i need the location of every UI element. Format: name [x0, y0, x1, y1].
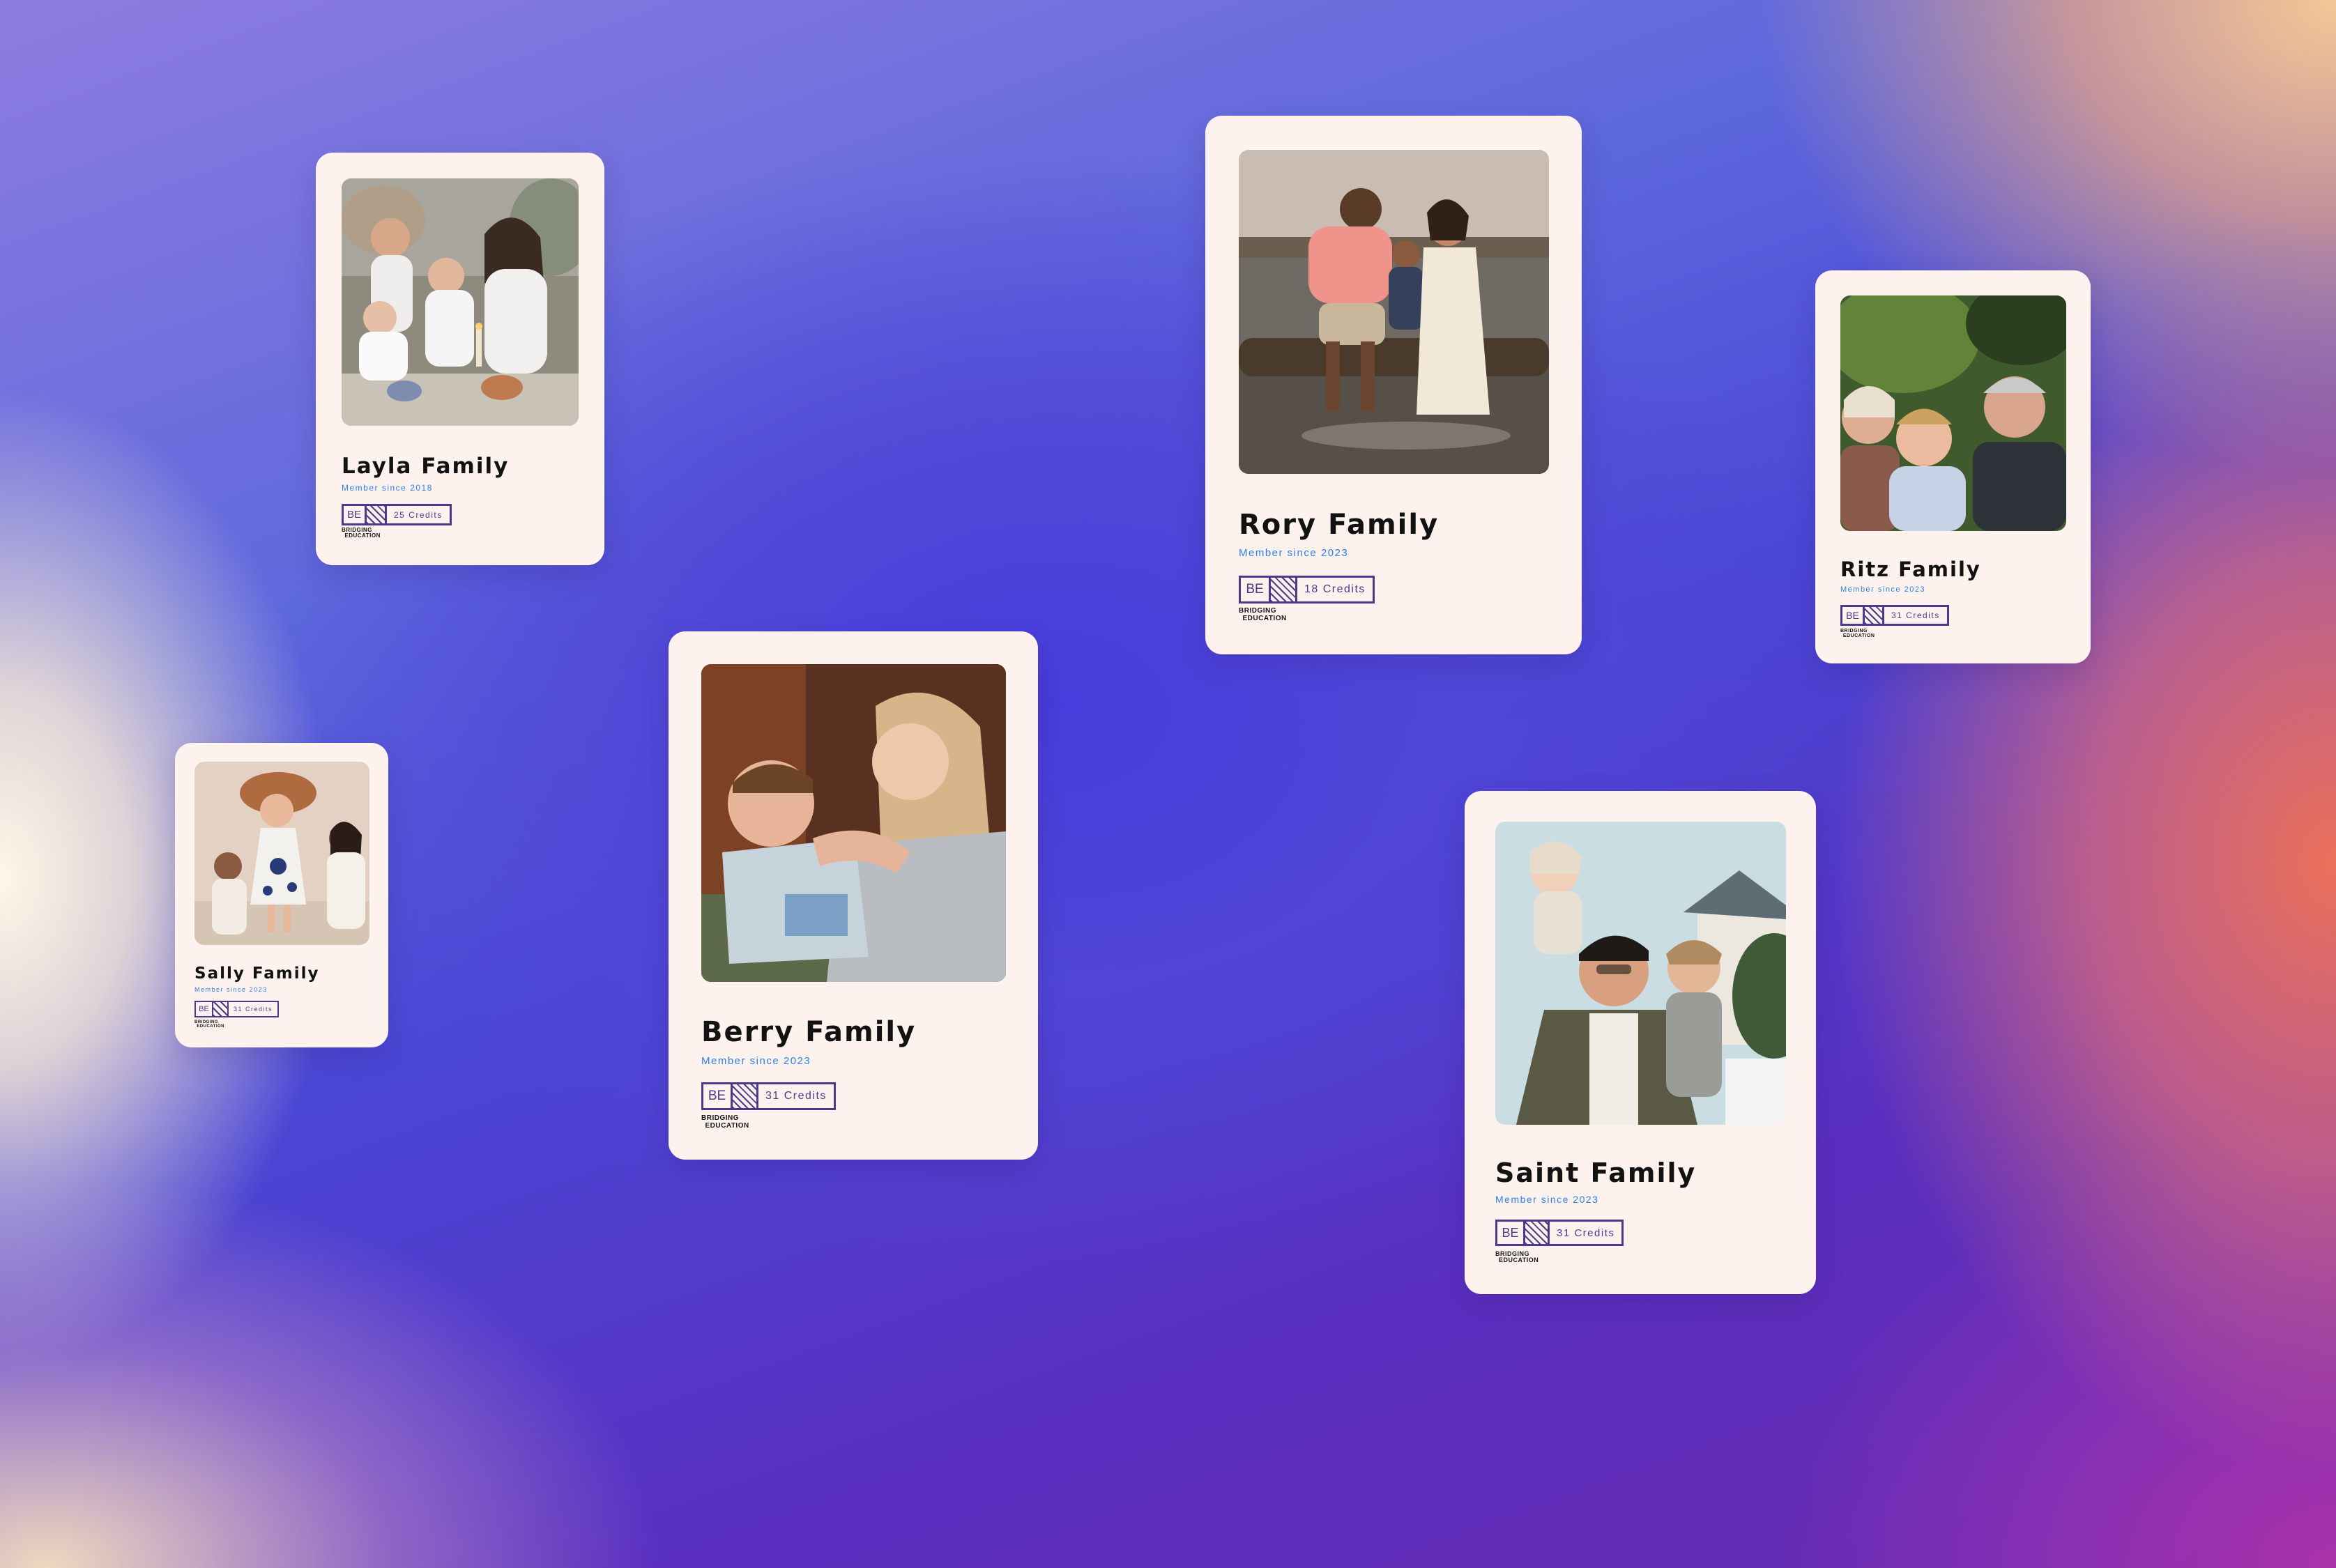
member-since: Member since 2023 — [1239, 547, 1349, 559]
be-mark: BE — [1497, 1222, 1525, 1244]
hatch-pattern-icon — [733, 1084, 758, 1108]
credits-badge: BE 25 Credits — [342, 504, 452, 525]
family-name: Sally Family — [194, 964, 320, 983]
brand-logo: BRIDGING EDUCATION — [194, 1020, 225, 1029]
brand-logo: BRIDGING EDUCATION — [1239, 607, 1287, 622]
credits-badge: BE 18 Credits — [1239, 576, 1375, 604]
family-card-berry[interactable]: Berry Family Member since 2023 BE 31 Cre… — [669, 631, 1038, 1160]
credits-count: 31 Credits — [1891, 610, 1940, 620]
credits-badge: BE 31 Credits — [1840, 605, 1949, 626]
member-since: Member since 2023 — [1495, 1194, 1599, 1205]
credits-count: 31 Credits — [234, 1006, 273, 1013]
credits-count: 31 Credits — [1557, 1227, 1615, 1239]
family-name: Ritz Family — [1840, 558, 1981, 581]
family-name: Layla Family — [342, 454, 510, 479]
family-card-layla[interactable]: Layla Family Member since 2018 BE 25 Cre… — [316, 153, 604, 565]
family-lake-photo — [1239, 150, 1549, 474]
credits-badge: BE 31 Credits — [1495, 1220, 1624, 1246]
family-dinner-photo — [342, 178, 579, 426]
family-card-ritz[interactable]: Ritz Family Member since 2023 BE 31 Cred… — [1815, 270, 2091, 663]
credits-badge: BE 31 Credits — [194, 1001, 280, 1017]
child-jumping-photo — [194, 762, 369, 945]
brand-logo: BRIDGING EDUCATION — [342, 527, 381, 539]
family-name: Berry Family — [701, 1016, 917, 1048]
hatch-pattern-icon — [1271, 578, 1297, 601]
credits-count: 31 Credits — [765, 1090, 827, 1102]
family-card-rory[interactable]: Rory Family Member since 2023 BE 18 Cred… — [1205, 116, 1582, 654]
brand-logo: BRIDGING EDUCATION — [1495, 1250, 1539, 1264]
family-name: Rory Family — [1239, 509, 1440, 541]
credits-badge: BE 31 Credits — [701, 1082, 836, 1110]
be-mark: BE — [1842, 607, 1865, 624]
father-kids-photo — [1495, 822, 1786, 1125]
be-mark: BE — [1241, 578, 1271, 601]
hatch-pattern-icon — [1865, 607, 1884, 624]
hatch-pattern-icon — [1525, 1222, 1550, 1244]
family-name: Saint Family — [1495, 1158, 1697, 1188]
member-since: Member since 2018 — [342, 483, 433, 493]
be-mark: BE — [344, 506, 367, 523]
credits-count: 25 Credits — [394, 509, 443, 520]
hatch-pattern-icon — [367, 506, 387, 523]
be-mark: BE — [196, 1002, 213, 1016]
family-card-sally[interactable]: Sally Family Member since 2023 BE 31 Cre… — [175, 743, 388, 1047]
brand-logo: BRIDGING EDUCATION — [701, 1114, 749, 1130]
family-card-saint[interactable]: Saint Family Member since 2023 BE 31 Cre… — [1465, 791, 1816, 1294]
family-hug-photo — [1840, 295, 2066, 531]
member-since: Member since 2023 — [701, 1055, 811, 1067]
hatch-pattern-icon — [213, 1002, 229, 1016]
be-mark: BE — [703, 1084, 733, 1108]
member-since: Member since 2023 — [1840, 585, 1926, 594]
member-since: Member since 2023 — [194, 986, 268, 993]
brand-logo: BRIDGING EDUCATION — [1840, 629, 1875, 639]
mother-son-photo — [701, 664, 1006, 982]
credits-count: 18 Credits — [1304, 583, 1366, 595]
